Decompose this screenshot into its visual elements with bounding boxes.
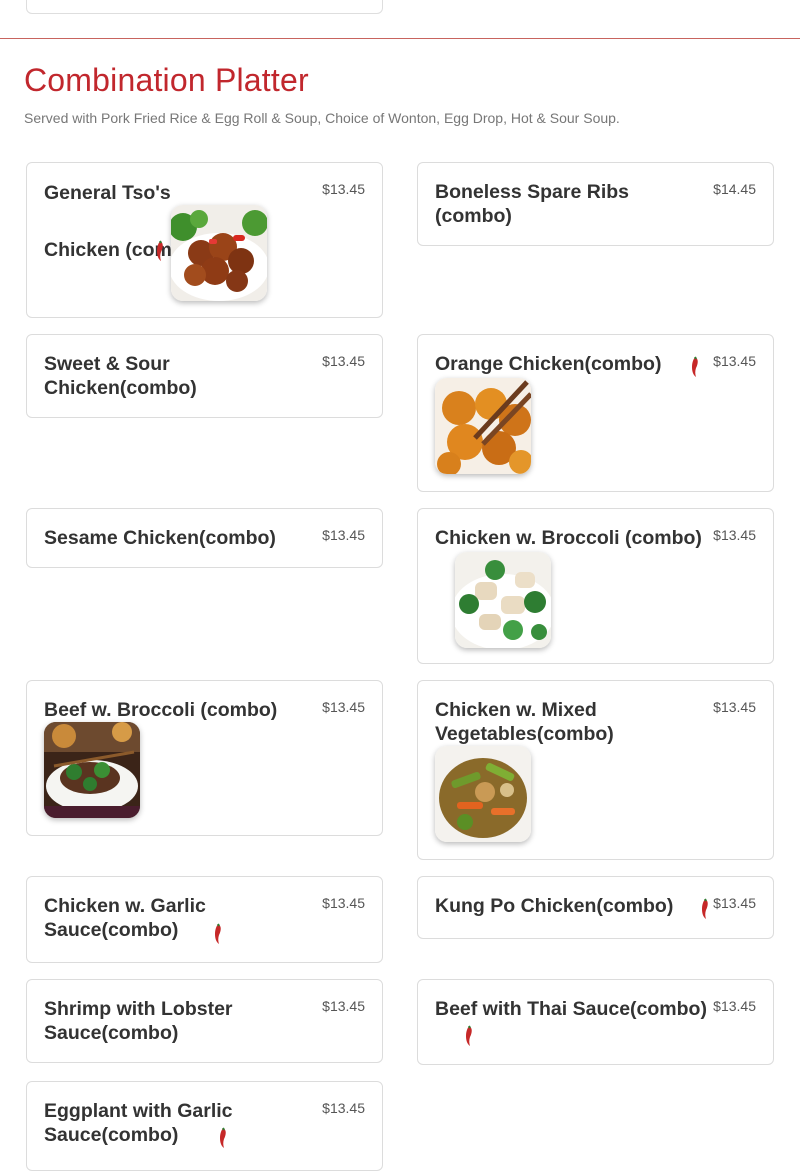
chili-pepper-icon [157, 240, 163, 261]
item-price: $13.45 [322, 998, 365, 1014]
item-price: $13.45 [713, 527, 756, 543]
previous-item-card[interactable] [26, 0, 383, 14]
item-name: Chicken w. Mixed Vegetables(combo) [435, 699, 614, 745]
item-price: $13.45 [713, 895, 756, 911]
chili-pepper-icon [702, 898, 708, 919]
item-name: Sweet & Sour Chicken(combo) [44, 353, 197, 399]
item-price: $13.45 [322, 353, 365, 369]
menu-item-card[interactable]: Chicken w. Broccoli (combo) $13.45 [417, 508, 774, 664]
item-price: $13.45 [713, 353, 756, 369]
item-name: Eggplant with Garlic Sauce(combo) [44, 1100, 233, 1146]
item-name: Shrimp with Lobster Sauce(combo) [44, 998, 233, 1044]
item-name: Chicken w. Garlic Sauce(combo) [44, 895, 206, 941]
item-name: Boneless Spare Ribs (combo) [435, 181, 629, 227]
menu-item-card[interactable]: Eggplant with Garlic Sauce(combo) $13.45 [26, 1081, 383, 1171]
section-subtitle: Served with Pork Fried Rice & Egg Roll &… [24, 110, 620, 126]
chicken-mixed-vegetables-photo[interactable] [435, 746, 531, 842]
item-name: Kung Po Chicken(combo) [435, 895, 674, 917]
item-name: Orange Chicken(combo) [435, 353, 662, 375]
menu-item-card[interactable]: Orange Chicken(combo) $13.45 [417, 334, 774, 492]
chicken-broccoli-photo[interactable] [455, 552, 551, 648]
chili-pepper-icon [692, 356, 698, 377]
item-price: $13.45 [322, 895, 365, 911]
chili-pepper-icon [215, 923, 221, 944]
menu-item-card[interactable]: Sweet & Sour Chicken(combo) $13.45 [26, 334, 383, 418]
menu-item-card[interactable]: Chicken w. Mixed Vegetables(combo) $13.4… [417, 680, 774, 860]
section-divider [0, 38, 800, 39]
item-price: $13.45 [322, 527, 365, 543]
item-price: $13.45 [322, 1100, 365, 1116]
menu-item-card[interactable]: Kung Po Chicken(combo) $13.45 [417, 876, 774, 939]
item-price: $13.45 [713, 699, 756, 715]
item-price: $14.45 [713, 181, 756, 197]
chili-pepper-icon [220, 1127, 226, 1148]
item-name: Sesame Chicken(combo) [44, 527, 276, 549]
item-price: $13.45 [322, 181, 365, 197]
item-price: $13.45 [322, 699, 365, 715]
beef-broccoli-photo[interactable] [44, 722, 140, 818]
menu-item-card[interactable]: Chicken w. Garlic Sauce(combo) $13.45 [26, 876, 383, 963]
item-name: Chicken w. Broccoli (combo) [435, 527, 702, 549]
menu-item-card[interactable]: Sesame Chicken(combo) $13.45 [26, 508, 383, 568]
item-price: $13.45 [713, 998, 756, 1014]
orange-chicken-photo[interactable] [435, 378, 531, 474]
menu-item-card[interactable]: Shrimp with Lobster Sauce(combo) $13.45 [26, 979, 383, 1063]
menu-item-card[interactable]: Beef w. Broccoli (combo) $13.45 [26, 680, 383, 836]
section-title: Combination Platter [24, 62, 309, 98]
item-name: Beef with Thai Sauce(combo) [435, 998, 707, 1020]
chili-pepper-icon [466, 1025, 472, 1046]
item-name: Beef w. Broccoli (combo) [44, 699, 278, 721]
menu-item-card[interactable]: General Tso's Chicken (combo) $13.45 [26, 162, 383, 318]
menu-item-card[interactable]: Beef with Thai Sauce(combo) $13.45 [417, 979, 774, 1065]
general-tso-chicken-photo[interactable] [171, 205, 267, 301]
menu-item-card[interactable]: Boneless Spare Ribs (combo) $14.45 [417, 162, 774, 246]
